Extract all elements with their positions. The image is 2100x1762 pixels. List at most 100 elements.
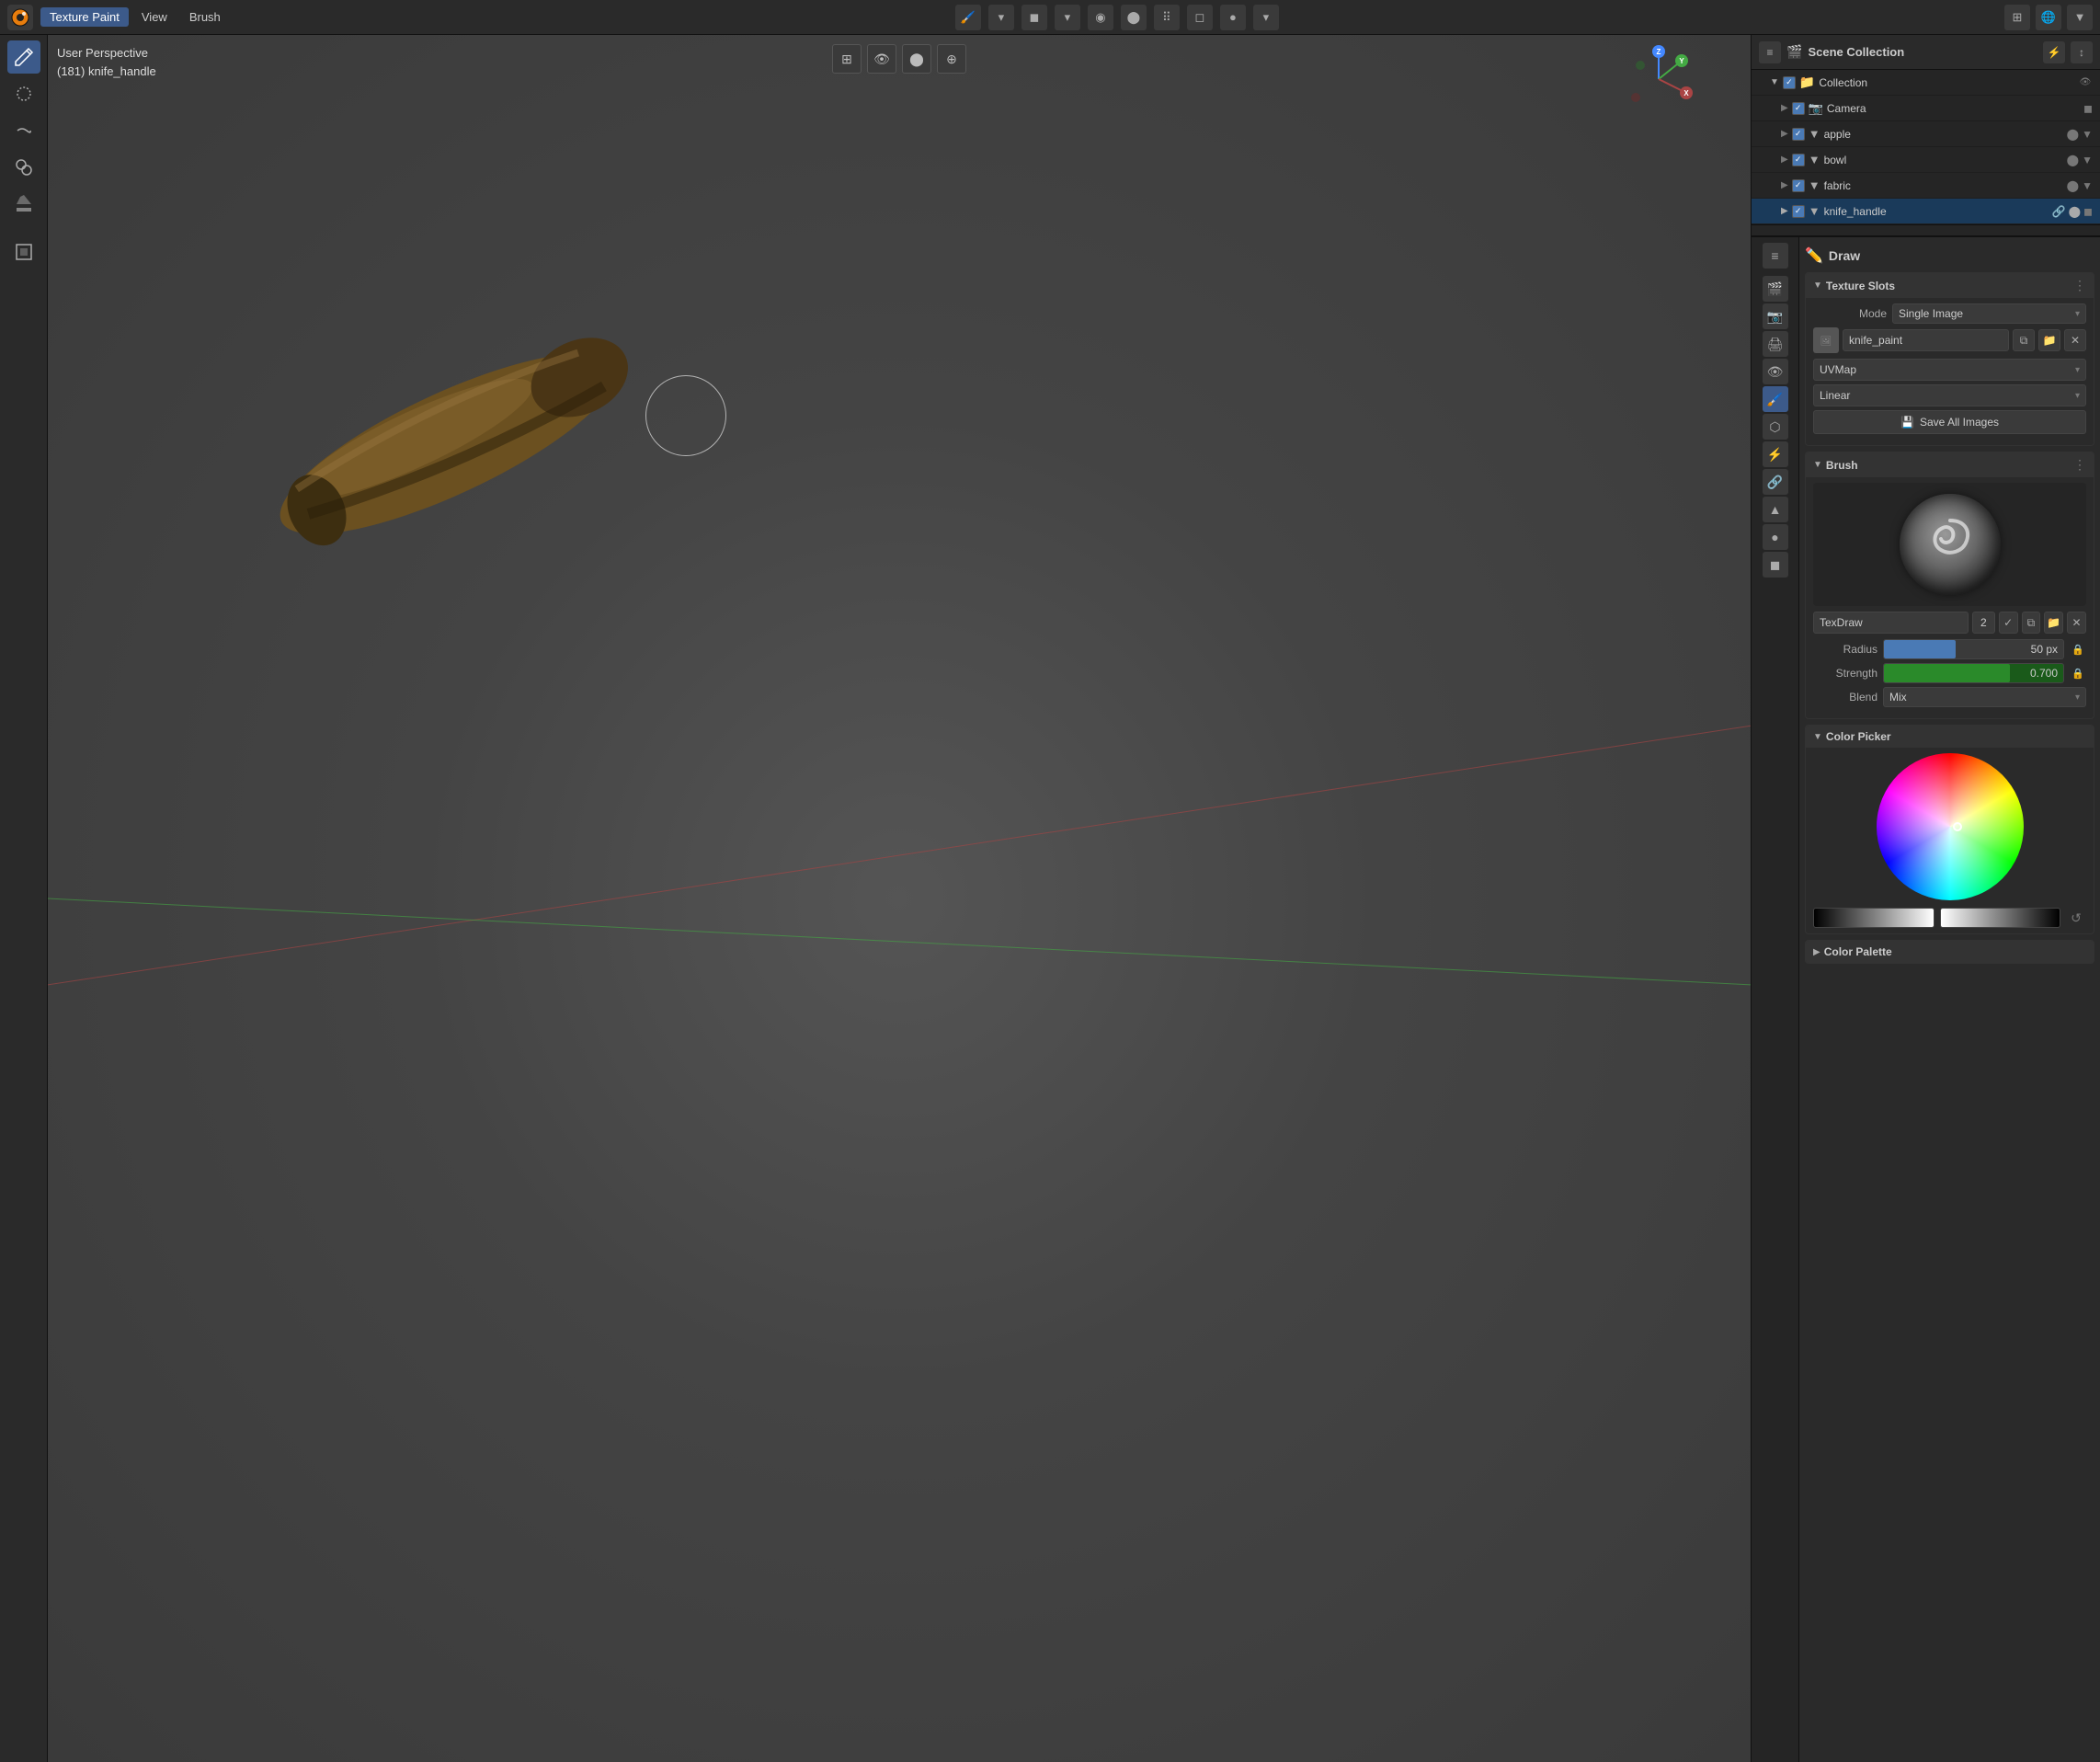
tool-dropdown[interactable]: ▾ <box>988 5 1014 30</box>
blend-arrow: ▾ <box>2075 692 2080 703</box>
texture-slots-options[interactable]: ⋮ <box>2073 278 2086 293</box>
fabric-name: fabric <box>1824 179 2063 192</box>
props-tab-view[interactable]: 👁 <box>1763 359 1788 384</box>
brush-arrow: ▼ <box>1813 460 1822 470</box>
image-folder-btn[interactable]: 📁 <box>2038 329 2060 351</box>
header-right-btn1[interactable]: ⊞ <box>2004 5 2030 30</box>
outliner-item-apple[interactable]: ▶ ✓ ▼ apple ⬤ ▼ <box>1752 121 2100 147</box>
brush-copy-btn[interactable]: ⧉ <box>2022 612 2041 634</box>
radius-lock-btn[interactable]: 🔒 <box>2070 641 2086 658</box>
props-tab-constraint[interactable]: 🔗 <box>1763 469 1788 495</box>
viewport[interactable]: User Perspective (181) knife_handle ⊞ 👁 … <box>48 35 1751 1762</box>
brush-header[interactable]: ▼ Brush ⋮ <box>1806 452 2094 477</box>
image-copy-btn[interactable]: ⧉ <box>2013 329 2035 351</box>
svg-text:Y: Y <box>1679 57 1684 65</box>
brush-name-field[interactable]: TexDraw <box>1813 612 1969 634</box>
color-refresh-btn[interactable]: ↺ <box>2066 908 2086 928</box>
zoom-btn[interactable]: ⊕ <box>937 44 966 74</box>
bowl-checkbox[interactable]: ✓ <box>1792 154 1805 166</box>
props-tab-material[interactable]: ● <box>1763 524 1788 550</box>
camera-expand-icon: ▶ <box>1781 103 1788 113</box>
brush-folder-btn[interactable]: 📁 <box>2044 612 2063 634</box>
sort-btn[interactable]: ↕ <box>2071 41 2093 63</box>
fabric-mat-icon: ⬤ <box>2067 179 2079 192</box>
collection-checkbox[interactable]: ✓ <box>1783 76 1796 89</box>
color-wheel[interactable] <box>1877 753 2024 900</box>
color-palette-header[interactable]: ▶ Color Palette <box>1806 941 2094 963</box>
shading-wire[interactable]: ◻ <box>1187 5 1213 30</box>
tool-mask[interactable] <box>7 235 40 269</box>
blender-logo[interactable] <box>7 5 33 30</box>
blend-dropdown[interactable]: Mix ▾ <box>1883 687 2086 707</box>
brush-check-btn[interactable]: ✓ <box>1999 612 2018 634</box>
props-tab-data[interactable]: ▲ <box>1763 497 1788 522</box>
camera-btn[interactable]: 👁 <box>867 44 896 74</box>
image-name-field[interactable]: knife_paint <box>1843 329 2009 351</box>
viewport-bg <box>48 35 1751 1762</box>
tool-smear[interactable] <box>7 114 40 147</box>
uvmap-field[interactable]: UVMap ▾ <box>1813 359 2086 381</box>
props-tab-render[interactable]: 📷 <box>1763 303 1788 329</box>
menu-view[interactable]: View <box>132 7 177 27</box>
mode-dropdown[interactable]: ▾ <box>1055 5 1080 30</box>
apple-checkbox[interactable]: ✓ <box>1792 128 1805 141</box>
ortho-btn[interactable]: ⊞ <box>832 44 862 74</box>
texture-slots-header[interactable]: ▼ Texture Slots ⋮ <box>1806 273 2094 298</box>
shading-dots[interactable]: ⠿ <box>1154 5 1180 30</box>
tool-clone[interactable] <box>7 151 40 184</box>
shading-rendered[interactable]: ● <box>1220 5 1246 30</box>
brush-close-btn[interactable]: ✕ <box>2067 612 2086 634</box>
mode-dropdown[interactable]: Single Image ▾ <box>1892 303 2086 324</box>
outliner-item-fabric[interactable]: ▶ ✓ ▼ fabric ⬤ ▼ <box>1752 173 2100 199</box>
outliner-item-camera[interactable]: ▶ ✓ 📷 Camera ◼ <box>1752 96 2100 121</box>
brush-options[interactable]: ⋮ <box>2073 457 2086 473</box>
camera-checkbox[interactable]: ✓ <box>1792 102 1805 115</box>
tool-icon-1[interactable]: 🖌️ <box>955 5 981 30</box>
collection-vis-btn[interactable]: 👁 <box>2078 75 2093 90</box>
props-tab-menu[interactable]: ≡ <box>1763 243 1788 269</box>
header-right-btn2[interactable]: 🌐 <box>2036 5 2061 30</box>
menu-texture-paint[interactable]: Texture Paint <box>40 7 129 27</box>
left-toolbar <box>0 35 48 1762</box>
props-tab-scene[interactable]: 🎬 <box>1763 276 1788 302</box>
mode-icon[interactable]: ◼ <box>1021 5 1047 30</box>
props-tab-particle[interactable]: ⬡ <box>1763 414 1788 440</box>
color-picker-header[interactable]: ▼ Color Picker <box>1806 726 2094 748</box>
fabric-checkbox[interactable]: ✓ <box>1792 179 1805 192</box>
tool-fill[interactable] <box>7 188 40 221</box>
linear-field[interactable]: Linear ▾ <box>1813 384 2086 406</box>
walk-btn[interactable]: ⬤ <box>902 44 931 74</box>
tool-draw[interactable] <box>7 40 40 74</box>
black-bar[interactable] <box>1940 908 2061 928</box>
menu-brush[interactable]: Brush <box>180 7 230 27</box>
shading-dropdown[interactable]: ▾ <box>1253 5 1279 30</box>
image-close-btn[interactable]: ✕ <box>2064 329 2086 351</box>
overlay-btn[interactable]: ◉ <box>1088 5 1113 30</box>
outliner-menu-btn[interactable]: ≡ <box>1759 41 1781 63</box>
fabric-actions: ⬤ ▼ <box>2067 179 2093 192</box>
outliner-item-knife-handle[interactable]: ▶ ✓ ▼ knife_handle 🔗 ⬤ ◼ <box>1752 199 2100 224</box>
white-bar[interactable] <box>1813 908 1935 928</box>
save-all-images-btn[interactable]: 💾 Save All Images <box>1813 410 2086 434</box>
nav-gizmo[interactable]: Z Y X <box>1622 42 1695 116</box>
bowl-expand-icon: ▶ <box>1781 154 1788 165</box>
outliner-item-bowl[interactable]: ▶ ✓ ▼ bowl ⬤ ▼ <box>1752 147 2100 173</box>
mode-arrow: ▾ <box>2075 309 2080 319</box>
props-tab-brush[interactable]: 🖌️ <box>1763 386 1788 412</box>
filter-btn[interactable]: ⚡ <box>2043 41 2065 63</box>
radius-slider[interactable]: 50 px <box>1883 639 2064 659</box>
color-palette-arrow: ▶ <box>1813 947 1820 957</box>
props-tab-physics[interactable]: ⚡ <box>1763 441 1788 467</box>
tool-soften[interactable] <box>7 77 40 110</box>
outliner-item-collection[interactable]: ▼ ✓ 📁 Collection 👁 <box>1752 70 2100 96</box>
strength-slider[interactable]: 0.700 <box>1883 663 2064 683</box>
fabric-expand-icon: ▶ <box>1781 180 1788 190</box>
shading-circle[interactable]: ⬤ <box>1121 5 1147 30</box>
props-tab-output[interactable]: 🖨 <box>1763 331 1788 357</box>
brush-title: Brush <box>1826 459 1858 472</box>
props-tab-texture[interactable]: ◼ <box>1763 552 1788 578</box>
knife-checkbox[interactable]: ✓ <box>1792 205 1805 218</box>
strength-lock-btn[interactable]: 🔒 <box>2070 665 2086 681</box>
header-right-btn3[interactable]: ▼ <box>2067 5 2093 30</box>
color-bars-row: ↺ <box>1813 908 2086 928</box>
